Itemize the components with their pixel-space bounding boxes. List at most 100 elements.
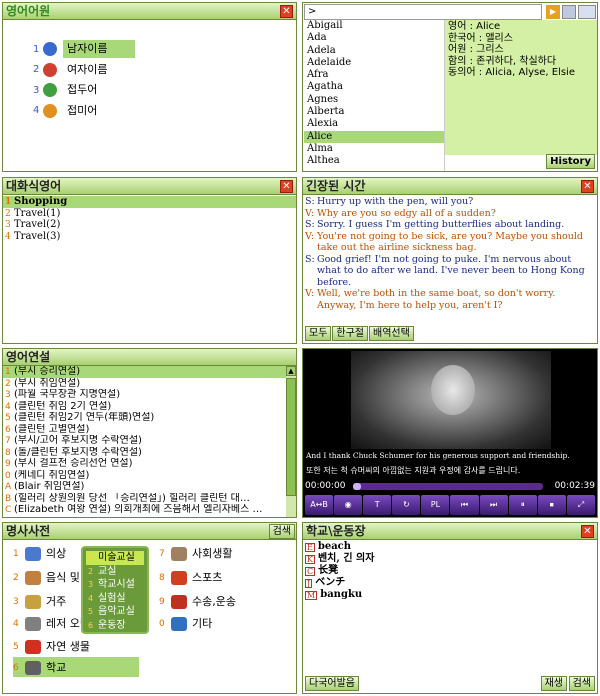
category-item[interactable]: 7 사회생활 [159, 543, 232, 565]
name-item[interactable]: Afra [304, 69, 444, 81]
tools-icon[interactable] [578, 5, 596, 19]
word-text: bangku [320, 589, 363, 600]
pause-button[interactable]: ⏸ [508, 495, 537, 515]
category-item[interactable]: 2 음식 및 [13, 567, 80, 589]
name-item[interactable]: Alberta [304, 106, 444, 118]
conversation-item[interactable]: 1 Shopping [3, 196, 296, 208]
word-entry[interactable]: K 벤치, 긴 의자 [305, 553, 595, 565]
etymology-item[interactable]: 2 여자이름 [33, 60, 233, 80]
speech-item[interactable]: B (힐러리 상원의원 당선 「승리연설」) 힐러리 클린턴 대… [3, 493, 286, 505]
etymology-item[interactable]: 1 남자이름 [33, 39, 233, 59]
scrollbar[interactable]: ▲ [286, 366, 296, 517]
word-entry[interactable]: Ebeach [305, 541, 595, 553]
category-item[interactable]: 3 거주 [13, 591, 66, 613]
dialogue-line[interactable]: S: Good grief! I'm not going to puke. I'm… [305, 254, 594, 289]
category-item[interactable]: 0 기타 [159, 613, 212, 635]
dialogue-text: You're not going to be sick, are you? Ma… [317, 230, 583, 254]
search-button[interactable]: 검색 [268, 524, 295, 539]
submenu-item[interactable]: 4 실험실 [86, 592, 144, 606]
fullscreen-button[interactable]: ⤢ [566, 495, 595, 515]
category-item[interactable]: 9 수송,운송 [159, 591, 236, 613]
text-button[interactable]: T [363, 495, 392, 515]
close-icon[interactable]: ✕ [581, 180, 594, 193]
name-item[interactable]: Agnes [304, 94, 444, 106]
loop-button[interactable]: ↻ [392, 495, 421, 515]
speech-item[interactable]: 7 (부시/고어 후보지명 수락연설) [3, 435, 286, 447]
search-input[interactable]: > [304, 4, 542, 20]
word-entry[interactable]: C 长凳 [305, 565, 595, 577]
playlist-button[interactable]: PL [421, 495, 450, 515]
detail-line: 어원 : 그리스 [448, 44, 504, 55]
stop-button[interactable]: ⏹ [537, 495, 566, 515]
name-item[interactable]: Alma [304, 143, 444, 155]
dialogue-line[interactable]: V: You're not going to be sick, are you? … [305, 231, 594, 254]
history-button[interactable]: History [546, 154, 595, 169]
ab-repeat-button[interactable]: A↔B [305, 495, 334, 515]
speech-item[interactable]: 8 (돌/클린턴 후보지명 수락연설) [3, 447, 286, 459]
dialogue-line[interactable]: S: Hurry up with the pen, will you? [305, 196, 594, 208]
seek-bar[interactable] [353, 483, 543, 490]
category-item[interactable]: 5 자연 생물 [13, 636, 90, 658]
item-label: (Elizabeth 여왕 연설) 의회개최에 즈음해서 엘리자베스 … [14, 504, 263, 515]
speech-item[interactable]: 0 (케네디 취임연설) [3, 470, 286, 482]
submenu-item[interactable]: 5 음악교실 [86, 605, 144, 619]
dialogue-text: Well, we're both in the same boat, so do… [317, 288, 556, 311]
etymology-item[interactable]: 4 접미어 [33, 101, 233, 121]
dialogue-text: Sorry. I guess I'm getting butterflies a… [317, 219, 565, 230]
submenu-item[interactable]: 2 교실 [86, 565, 144, 579]
speech-item[interactable]: 3 (파월 국무장관 지명연설) [3, 389, 286, 401]
category-item[interactable]: 8 스포츠 [159, 567, 222, 589]
category-item[interactable]: 1 의상 [13, 543, 66, 565]
speech-item[interactable]: 6 (클린턴 고별연설) [3, 424, 286, 436]
dialogue-mode-button[interactable]: 한구절 [332, 326, 369, 341]
name-item[interactable]: Alice [304, 130, 444, 143]
name-item[interactable]: Alexia [304, 118, 444, 130]
dialogue-line[interactable]: V: Well, we're both in the same boat, so … [305, 288, 594, 311]
play-button[interactable]: 재생 [540, 676, 567, 691]
speech-item[interactable]: 2 (부시 취임연설) [3, 378, 286, 390]
record-button[interactable]: ◉ [334, 495, 363, 515]
dialogue-mode-button[interactable]: 모두 [305, 326, 332, 341]
etymology-item[interactable]: 3 접두어 [33, 80, 233, 100]
category-item[interactable]: 4 레저 오락 [13, 613, 90, 635]
video-frame[interactable] [351, 351, 551, 449]
item-number: 2 [5, 378, 11, 389]
edit-icon[interactable] [562, 5, 576, 19]
next-button[interactable]: ⏭ [479, 495, 508, 515]
name-item[interactable]: Althea [304, 155, 444, 167]
close-icon[interactable]: ✕ [581, 525, 594, 538]
dialogue-line[interactable]: S: Sorry. I guess I'm getting butterflies… [305, 219, 594, 231]
submenu-item[interactable]: 6 운동장 [86, 619, 144, 633]
conversation-item[interactable]: 4 Travel(3) [3, 231, 296, 243]
search-button[interactable]: 검색 [568, 676, 595, 691]
speech-item[interactable]: C (Elizabeth 여왕 연설) 의회개최에 즈음해서 엘리자베스 … [3, 504, 286, 516]
multilingual-pronunciation-button[interactable]: 다국어발음 [305, 676, 359, 691]
category-item[interactable]: 6 학교 [13, 657, 66, 679]
conversation-item[interactable]: 3 Travel(2) [3, 219, 296, 231]
submenu-item[interactable]: 1 미술교실 [86, 551, 144, 565]
speech-item[interactable]: 1 (부시 승리연설) [3, 366, 286, 378]
word-entry[interactable]: J ベンチ [305, 577, 595, 589]
conversation-item[interactable]: 2 Travel(1) [3, 208, 296, 220]
arrow-icon [171, 617, 187, 631]
speech-item[interactable]: 9 (부시 걸프전 승리선언 연설) [3, 458, 286, 470]
name-item[interactable]: Abigail [304, 20, 444, 32]
name-item[interactable]: Adelaide [304, 57, 444, 69]
arrow-icon[interactable]: ▶ [546, 5, 560, 19]
dialogue-line[interactable]: V: Why are you so edgy all of a sudden? [305, 208, 594, 220]
word-entry[interactable]: Mbangku [305, 589, 595, 601]
dialogue-mode-button[interactable]: 배역선택 [369, 326, 414, 341]
speech-item[interactable]: 4 (클린턴 취임 2기 연설) [3, 401, 286, 413]
item-label: 남자이름 [63, 40, 135, 58]
name-item[interactable]: Adela [304, 45, 444, 57]
name-item[interactable]: Ada [304, 32, 444, 44]
close-icon[interactable]: ✕ [280, 180, 293, 193]
close-icon[interactable]: ✕ [280, 5, 293, 18]
speech-item[interactable]: A (Blair 취임연설) [3, 481, 286, 493]
speaker-label: S: [305, 196, 315, 207]
speech-item[interactable]: 5 (클린턴 취임2기 연두(年頭)연설) [3, 412, 286, 424]
submenu-item[interactable]: 3 학교시설 [86, 578, 144, 592]
scroll-thumb[interactable] [286, 378, 296, 496]
previous-button[interactable]: ⏮ [450, 495, 479, 515]
name-item[interactable]: Agatha [304, 81, 444, 93]
